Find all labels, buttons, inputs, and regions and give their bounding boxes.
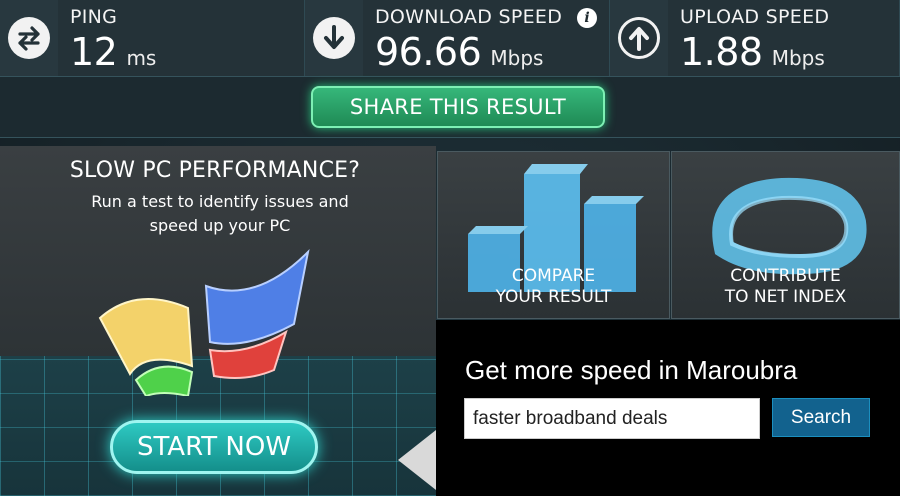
download-unit: Mbps	[490, 46, 544, 70]
pc-performance-promo[interactable]: SLOW PC PERFORMANCE? Run a test to ident…	[0, 146, 436, 496]
contribute-net-index-tile[interactable]: CONTRIBUTE TO NET INDEX	[671, 151, 900, 319]
download-value-row: 96.66 Mbps	[375, 30, 609, 74]
promo-subtitle: Run a test to identify issues and speed …	[91, 192, 349, 235]
share-result-button[interactable]: SHARE THIS RESULT	[311, 86, 605, 128]
ping-value: 12	[70, 30, 118, 74]
compare-label-line2: YOUR RESULT	[495, 287, 612, 307]
search-button[interactable]: Search	[772, 398, 870, 437]
upload-unit: Mbps	[771, 46, 825, 70]
upload-value: 1.88	[680, 30, 763, 74]
windows-logo-icon	[98, 248, 310, 396]
upload-icon-box	[610, 0, 668, 76]
ping-arrows-icon	[8, 17, 50, 59]
download-icon-box	[305, 0, 363, 76]
speed-ad-panel: Get more speed in Maroubra Search	[398, 320, 900, 496]
contribute-label-line1: CONTRIBUTE	[730, 266, 841, 286]
upload-arrow-icon	[618, 17, 660, 59]
broadband-search-input[interactable]	[464, 398, 760, 439]
corner-decoration	[398, 430, 436, 490]
compare-result-tile[interactable]: COMPARE YOUR RESULT	[437, 151, 670, 319]
contribute-tile-label: CONTRIBUTE TO NET INDEX	[672, 266, 899, 308]
ping-unit: ms	[126, 46, 157, 70]
upload-value-row: 1.88 Mbps	[680, 30, 899, 74]
download-body: DOWNLOAD SPEED 96.66 Mbps i	[363, 0, 609, 76]
upload-body: UPLOAD SPEED 1.88 Mbps	[668, 0, 899, 76]
info-icon[interactable]: i	[577, 8, 597, 28]
start-now-button[interactable]: START NOW	[110, 420, 318, 474]
ping-metric: PING 12 ms	[0, 0, 305, 76]
compare-tile-label: COMPARE YOUR RESULT	[438, 266, 669, 308]
promo-title: SLOW PC PERFORMANCE?	[69, 158, 361, 183]
ping-icon-box	[0, 0, 58, 76]
download-metric: DOWNLOAD SPEED 96.66 Mbps i	[305, 0, 610, 76]
ping-body: PING 12 ms	[58, 0, 304, 76]
download-arrow-icon	[313, 17, 355, 59]
download-label: DOWNLOAD SPEED	[375, 6, 563, 28]
share-strip: SHARE THIS RESULT	[0, 76, 900, 138]
ping-label: PING	[70, 6, 118, 28]
upload-metric: UPLOAD SPEED 1.88 Mbps	[610, 0, 900, 76]
upload-label: UPLOAD SPEED	[680, 6, 830, 28]
ad-headline: Get more speed in Maroubra	[465, 355, 798, 385]
contribute-label-line2: TO NET INDEX	[724, 287, 847, 307]
download-value: 96.66	[375, 30, 482, 74]
ping-value-row: 12 ms	[70, 30, 304, 74]
metrics-bar: PING 12 ms DOWNLOAD SPEED 96.66 Mbps i U…	[0, 0, 900, 76]
compare-label-line1: COMPARE	[511, 266, 596, 286]
